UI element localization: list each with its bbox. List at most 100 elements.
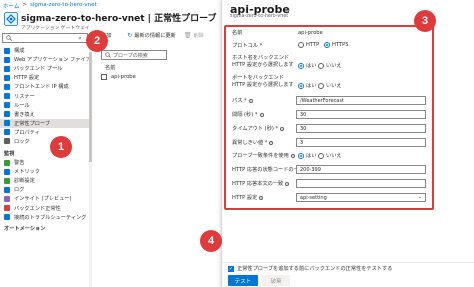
sidebar-scroll-thumb[interactable] (89, 52, 92, 162)
sidebar-item[interactable]: ログ (0, 185, 90, 194)
sidebar-item[interactable]: HTTP 設定 (0, 73, 90, 82)
interval-input[interactable]: 30 (296, 110, 426, 119)
info-icon[interactable] (285, 181, 290, 186)
refresh-button[interactable]: ↻ 最新の情報に更新 (127, 32, 176, 39)
protocol-https-label: HTTPS (332, 42, 349, 48)
sidebar-item[interactable]: 書き換え (0, 110, 90, 119)
sidebar-item-label: インサイト (プレビュー) (14, 196, 72, 203)
application-gateway-icon (4, 12, 18, 26)
sidebar-item-icon (4, 120, 10, 127)
sidebar-item[interactable]: メトリック (0, 167, 90, 176)
sidebar-item-icon (4, 138, 10, 145)
pick-port-label: ポートをバックエンド HTTP 設定から選択します (232, 75, 294, 88)
info-icon[interactable] (259, 195, 264, 200)
protocol-https-radio[interactable]: HTTPS (324, 42, 349, 48)
delete-button[interactable]: 🗑 削除 (184, 32, 204, 39)
pick-port-yes-radio[interactable]: はい (298, 82, 316, 89)
sidebar-section-automation: オートメーション (4, 226, 46, 233)
step-badge-3: 3 (414, 10, 436, 32)
pick-host-yes-radio[interactable]: はい (298, 62, 316, 69)
sidebar-item-label: バックエンド プール (14, 66, 63, 73)
test-before-add-checkbox[interactable]: ✓ 正常性プローブを追加する前にバックエンドの正常性をテストする (228, 265, 392, 272)
info-icon[interactable] (269, 140, 274, 145)
refresh-button-label: 最新の情報に更新 (134, 32, 176, 39)
sidebar-item-label: プロパティ (14, 129, 40, 136)
info-icon[interactable] (290, 153, 295, 158)
row-checkbox[interactable] (101, 74, 107, 80)
info-icon[interactable] (280, 126, 285, 131)
sidebar-item-label: メトリック (14, 169, 40, 176)
probe-search-placeholder: プローブの検索 (113, 52, 148, 59)
page-subtitle: アプリケーション ゲートウェイ (21, 26, 90, 31)
cancel-button[interactable]: 破棄 (262, 275, 290, 286)
sidebar-item-icon (4, 177, 10, 184)
protocol-http-radio[interactable]: HTTP (298, 42, 319, 48)
page-title: sigma-zero-to-hero-vnet | 正常性プローブ (21, 14, 217, 24)
info-icon[interactable] (259, 112, 264, 117)
body-match-label-text: HTTP 応答本文の一致 (232, 181, 284, 187)
probe-match-label: プローブ一致条件を使用 (232, 153, 295, 160)
pick-port-no-radio[interactable]: いいえ (318, 82, 342, 89)
sidebar-item-label: 接続のトラブルシューティング (14, 214, 87, 221)
sidebar-item[interactable]: ルール (0, 101, 90, 110)
protocol-http-label: HTTP (306, 42, 320, 48)
sidebar-item[interactable]: 診断設定 (0, 176, 90, 185)
sidebar-item-label: 警告 (14, 160, 25, 167)
table-row[interactable]: api-probe (101, 72, 211, 82)
sidebar-item[interactable]: 警告 (0, 158, 90, 167)
http-settings-value: api-setting (300, 194, 327, 201)
sidebar: 構成 Web アプリケーション ファイアウォールバックエンド プール HTTP 設定… (0, 46, 90, 287)
toolbar: + 追加 ↻ 最新の情報に更新 🗑 削除 (93, 31, 204, 39)
collapse-sidebar-button[interactable]: « (78, 35, 82, 42)
breadcrumb-home[interactable]: ホーム (3, 2, 19, 10)
probe-edit-panel: api-probe sigma-zero-to-hero-vnet 名前 api… (222, 0, 474, 287)
search-icon (105, 52, 111, 58)
sidebar-item-icon (4, 65, 10, 72)
path-label: パス * (232, 98, 253, 105)
breadcrumb-resource[interactable]: sigma-zero-to-hero-vnet (30, 2, 97, 10)
sidebar-item[interactable]: 正常性プローブ (0, 118, 90, 128)
interval-label-text: 間隔 (秒) * (232, 112, 258, 118)
name-value: api-probe (298, 30, 323, 36)
probe-search-input[interactable]: プローブの検索 (101, 50, 167, 60)
test-button[interactable]: テスト (228, 275, 258, 286)
footer-divider (222, 262, 474, 263)
http-settings-select[interactable]: api-setting ⌄ (296, 193, 426, 202)
path-input[interactable]: /WeatherForecast (296, 96, 426, 105)
sidebar-item[interactable]: 構成 (0, 46, 90, 55)
sidebar-item[interactable]: プロパティ (0, 128, 90, 137)
unhealthy-threshold-input[interactable]: 3 (296, 138, 426, 147)
info-icon[interactable] (248, 98, 253, 103)
sidebar-item[interactable]: 接続のトラブルシューティング (0, 213, 90, 222)
body-match-input[interactable] (296, 179, 426, 188)
radio-dot-selected (324, 42, 330, 48)
sidebar-item[interactable]: バックエンド プール (0, 64, 90, 73)
sidebar-section-monitoring: 監視 (4, 150, 15, 157)
refresh-icon: ↻ (127, 31, 133, 39)
sidebar-item[interactable]: Web アプリケーション ファイアウォール (0, 55, 90, 64)
radio-dot-selected (298, 152, 304, 159)
path-label-text: パス * (232, 98, 247, 104)
pick-host-no-label: いいえ (326, 63, 342, 69)
sidebar-item[interactable]: インサイト (プレビュー) (0, 194, 90, 203)
sidebar-item[interactable]: フロントエンド IP 構成 (0, 82, 90, 91)
sidebar-item-icon (4, 159, 10, 166)
sidebar-item-label: HTTP 設定 (14, 75, 40, 82)
trash-icon: 🗑 (183, 31, 192, 39)
pick-host-no-radio[interactable]: いいえ (318, 62, 342, 69)
sidebar-item[interactable]: ロック (0, 137, 90, 146)
row-name[interactable]: api-probe (111, 74, 136, 80)
probe-match-no-radio[interactable]: いいえ (318, 152, 342, 159)
step-badge-4: 4 (200, 230, 222, 252)
body-match-label: HTTP 応答本文の一致 (232, 181, 290, 188)
sidebar-search-input[interactable] (2, 33, 88, 43)
status-code-input[interactable]: 200-399 (296, 165, 426, 174)
column-header-name[interactable]: 名前 (105, 64, 115, 71)
sidebar-item[interactable]: バックエンド正常性 (0, 204, 90, 213)
chevron-down-icon: ⌄ (417, 194, 422, 200)
sidebar-item[interactable]: リスナー (0, 91, 90, 100)
timeout-input[interactable]: 30 (296, 124, 426, 133)
sidebar-item-label: 正常性プローブ (14, 120, 51, 127)
sidebar-item-icon (4, 214, 10, 221)
probe-match-yes-radio[interactable]: はい (298, 152, 316, 159)
